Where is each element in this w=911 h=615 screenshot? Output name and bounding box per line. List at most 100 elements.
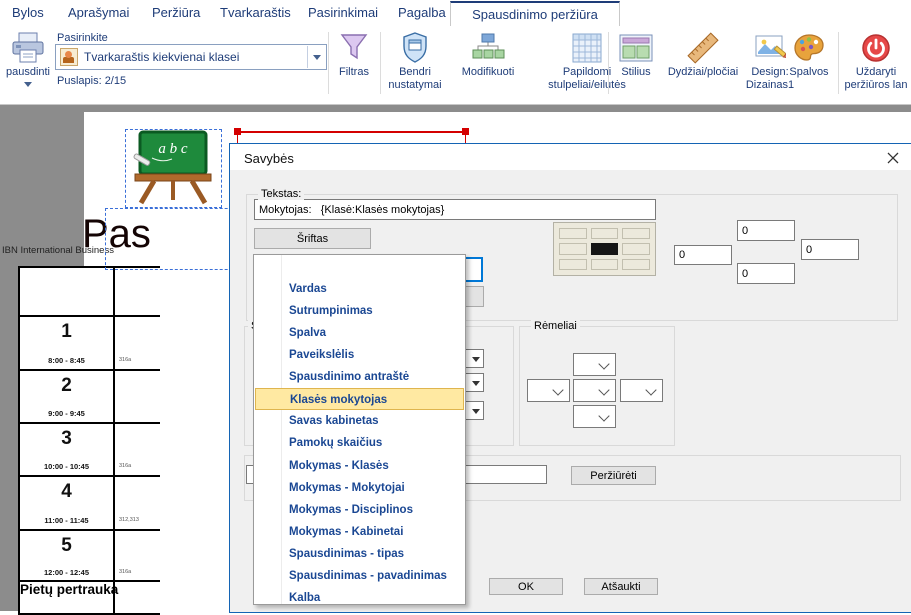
border-right-select[interactable] [620,379,663,402]
period-number: 3 [20,428,113,450]
menu-pasirinkimai[interactable]: Pasirinkimai [308,5,378,20]
row-divider [20,369,160,371]
print-dropdown-caret[interactable] [0,82,56,87]
toolbar-separator [328,32,329,94]
close-preview-button[interactable]: Uždaryti peržiūros lan [841,30,911,92]
align-cell[interactable] [591,259,619,270]
dropdown-item[interactable]: Spausdinimas - pavadinimas [254,565,465,587]
school-name-fragment: IBN International Business [2,245,114,256]
align-cell[interactable] [559,259,587,270]
row-divider [20,315,160,317]
period-time: 9:00 - 9:45 [20,409,113,418]
borders-group-label: Rėmeliai [531,320,580,332]
svg-text:a b c: a b c [158,141,188,157]
column-divider [113,268,115,613]
select-label: Pasirinkite [57,32,108,44]
toolbar: pausdinti Pasirinkite Tvarkaraštis kiekv… [0,26,911,105]
room-label: 312,313 [119,517,157,523]
cancel-button[interactable]: Atšaukti [584,578,658,595]
border-center-select[interactable] [573,379,616,402]
dialog-titlebar[interactable] [230,144,911,170]
dropdown-item[interactable]: Mokymas - Klasės [254,455,465,477]
print-button[interactable]: pausdinti [0,30,56,87]
margin-right-field[interactable] [801,239,859,260]
align-cell[interactable] [622,259,650,270]
dropdown-item[interactable]: Spausdinimas - tipas [254,543,465,565]
border-left-select[interactable] [527,379,570,402]
room-label: 316a [119,569,157,575]
chalkboard-item[interactable]: a b c [125,129,222,208]
row-divider [20,529,160,531]
timetable-grid[interactable]: 1 8:00 - 8:45 316a 2 9:00 - 9:45 3 10:00… [18,266,160,615]
dropdown-item[interactable]: Mokymas - Mokytojai [254,477,465,499]
funnel-icon [330,30,378,65]
dropdown-item-selected[interactable]: Klasės mokytojas [255,388,464,410]
dropdown-item[interactable]: Paveikslėlis [254,344,465,366]
chalkboard-icon: a b c [126,192,219,209]
period-number: 1 [20,321,113,343]
modify-button[interactable]: Modifikuoti [446,30,530,79]
menu-aprasymai[interactable]: Aprašymai [68,5,129,20]
preview-button[interactable]: Peržiūrėti [571,466,656,485]
ok-button[interactable]: OK [489,578,563,595]
page-indicator: Puslapis: 2/15 [57,75,126,87]
period-time: 12:00 - 12:45 [20,568,113,577]
row-divider [20,475,160,477]
align-cell[interactable] [559,228,587,239]
menu-pagalba[interactable]: Pagalba [398,5,446,20]
menu-perziura[interactable]: Peržiūra [152,5,200,20]
align-cell[interactable] [559,243,587,254]
dropdown-item[interactable]: Pamokų skaičius [254,432,465,454]
sizes-widths-button[interactable]: Dydžiai/pločiai [660,30,746,79]
menu-bar: Bylos Aprašymai Peržiūra Tvarkaraštis Pa… [0,0,911,26]
margin-bottom-field[interactable] [737,263,795,284]
alignment-grid[interactable] [553,222,656,276]
room-label: 316a [119,357,157,363]
palette-icon [782,30,836,65]
align-cell-selected[interactable] [591,243,619,254]
lunch-break-label: Pietų pertrauka [20,582,115,597]
combobox-arrow[interactable] [307,46,326,68]
dropdown-item[interactable]: Spalva [254,322,465,344]
dropdown-item[interactable]: Mokymas - Disciplinos [254,499,465,521]
menu-tvarkarastis[interactable]: Tvarkaraštis [220,5,291,20]
dropdown-item[interactable]: Kalba [254,587,465,609]
general-settings-button[interactable]: Bendri nustatymai [383,30,447,92]
border-top-select[interactable] [573,353,616,376]
align-cell[interactable] [622,228,650,239]
print-label: pausdinti [0,66,56,79]
room-label: 316a [119,463,157,469]
menu-bylos[interactable]: Bylos [12,5,44,20]
period-number: 5 [20,535,113,557]
dropdown-item[interactable]: Sutrumpinimas [254,300,465,322]
filter-button[interactable]: Filtras [330,30,378,79]
toolbar-separator [838,32,839,94]
close-icon[interactable] [885,150,901,166]
tab-spausdinimo-perziura[interactable]: Spausdinimo peržiūra [450,1,620,28]
timetable-combobox[interactable]: Tvarkaraštis kiekvienai klasei [55,44,327,70]
printer-icon [0,30,56,65]
field-dropdown-menu: Vardas Sutrumpinimas Spalva Paveikslėlis… [253,254,466,605]
toolbar-separator [608,32,609,94]
font-button[interactable]: Šriftas [254,228,371,249]
period-time: 8:00 - 8:45 [20,356,113,365]
margin-top-field[interactable] [737,220,795,241]
shield-icon [383,30,447,65]
style-button[interactable]: Stilius [610,30,662,79]
red-selection-top-edge [237,131,466,133]
layout-icon [610,30,662,65]
align-cell[interactable] [622,243,650,254]
row-divider [20,422,160,424]
margin-left-field[interactable] [674,245,732,265]
align-cell[interactable] [591,228,619,239]
border-bottom-select[interactable] [573,405,616,428]
dropdown-item[interactable]: Savas kabinetas [254,410,465,432]
red-selection-right-edge [465,133,466,143]
dropdown-item[interactable]: Vardas [254,278,465,300]
dropdown-item[interactable]: Mokymas - Kabinetai [254,521,465,543]
red-selection-left-edge [237,133,238,143]
colors-button[interactable]: Spalvos [782,30,836,79]
dialog-title: Savybės [244,151,294,166]
text-field[interactable] [254,199,656,220]
dropdown-item[interactable]: Spausdinimo antraštė [254,366,465,388]
